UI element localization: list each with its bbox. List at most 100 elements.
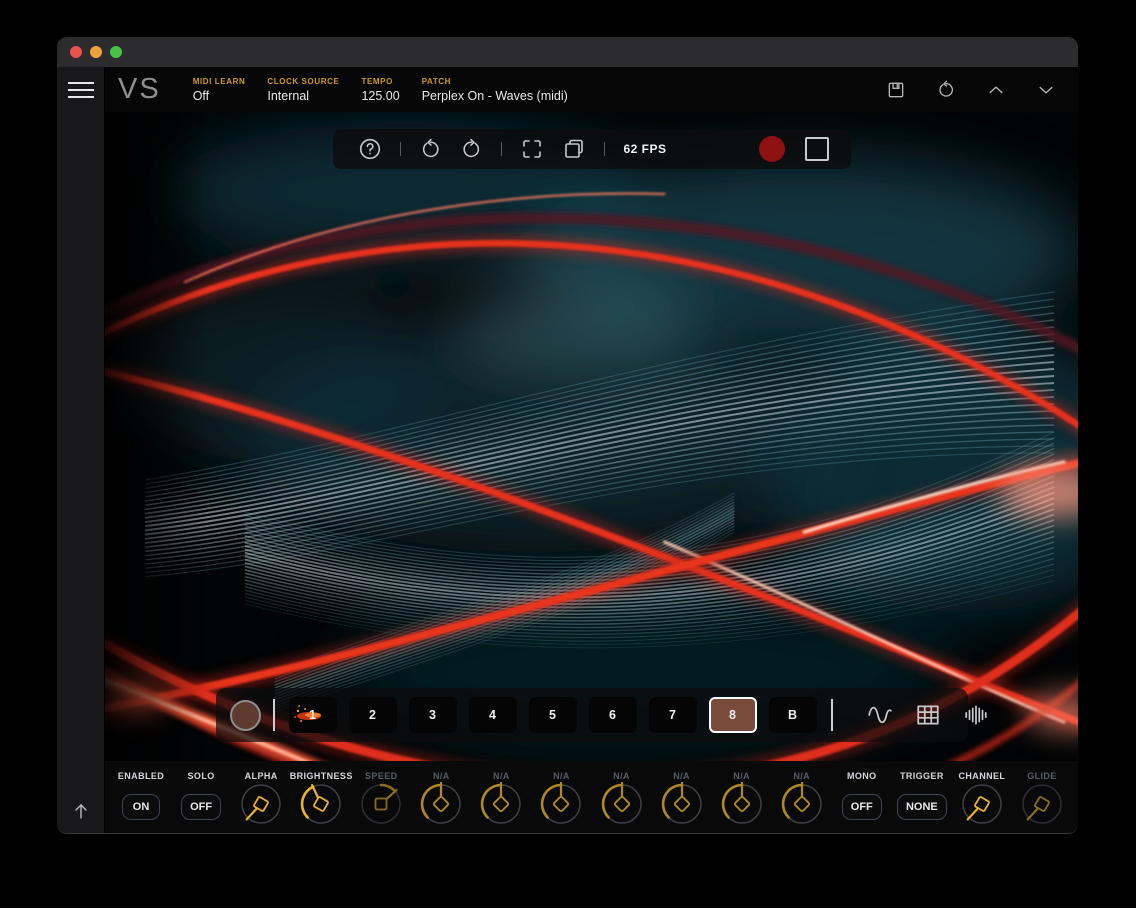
visual-canvas[interactable]: 62 FPS 1 23 4 56 7 8 B bbox=[105, 112, 1078, 761]
minimize-window-button[interactable] bbox=[90, 46, 102, 58]
param-knob[interactable] bbox=[720, 782, 764, 833]
layer-number: B bbox=[788, 708, 797, 722]
layer-number: 7 bbox=[669, 708, 676, 722]
param-label: MONO bbox=[847, 771, 877, 781]
layer-button-8[interactable]: 8 bbox=[709, 697, 757, 733]
layer-button-5[interactable]: 5 bbox=[529, 697, 577, 733]
divider bbox=[273, 699, 275, 731]
copy-icon bbox=[562, 137, 586, 161]
undo-button[interactable] bbox=[936, 80, 956, 100]
param-mono-12: MONO OFF bbox=[832, 771, 892, 833]
field-label: MIDI LEARN bbox=[193, 77, 246, 86]
param-label: BRIGHTNESS bbox=[290, 771, 353, 781]
param-label: N/A bbox=[793, 771, 810, 781]
param-alpha-2: ALPHA bbox=[231, 771, 291, 833]
scroll-top-button[interactable] bbox=[57, 801, 104, 821]
knob-graphic bbox=[359, 782, 403, 828]
param-n-a-6: N/A bbox=[471, 771, 531, 833]
fullscreen-button[interactable] bbox=[520, 137, 544, 161]
left-sidebar bbox=[57, 67, 105, 833]
field-value: 125.00 bbox=[361, 89, 399, 103]
layer-button-7[interactable]: 7 bbox=[649, 697, 697, 733]
redo-button[interactable] bbox=[460, 138, 483, 161]
help-button[interactable] bbox=[358, 137, 382, 161]
save-button[interactable] bbox=[886, 80, 906, 100]
header-field-midi-learn[interactable]: MIDI LEARN Off bbox=[193, 77, 246, 103]
up-arrow-icon bbox=[72, 801, 90, 821]
param-label: N/A bbox=[733, 771, 750, 781]
header-field-patch[interactable]: PATCH Perplex On - Waves (midi) bbox=[422, 77, 568, 103]
layer-button-2[interactable]: 2 bbox=[349, 697, 397, 733]
param-knob[interactable] bbox=[1020, 782, 1064, 833]
param-knob[interactable] bbox=[960, 782, 1004, 833]
param-toggle-button[interactable]: ON bbox=[122, 794, 160, 820]
layer-button-b[interactable]: B bbox=[769, 697, 817, 733]
chevron-up-button[interactable] bbox=[986, 80, 1006, 100]
layer-color-preview[interactable] bbox=[230, 700, 261, 731]
undo-button[interactable] bbox=[419, 138, 442, 161]
zoom-window-button[interactable] bbox=[110, 46, 122, 58]
copy-button[interactable] bbox=[562, 137, 586, 161]
undo-arrow-icon bbox=[419, 138, 442, 161]
param-knob[interactable] bbox=[780, 782, 824, 833]
param-label: SOLO bbox=[188, 771, 215, 781]
field-value: Perplex On - Waves (midi) bbox=[422, 89, 568, 103]
param-toggle-button[interactable]: OFF bbox=[842, 794, 882, 820]
app-header: VS MIDI LEARN Off CLOCK SOURCE Internal TE… bbox=[105, 67, 1078, 112]
vs-app-window: VS MIDI LEARN Off CLOCK SOURCE Internal TE… bbox=[57, 37, 1078, 834]
knob-graphic bbox=[780, 782, 824, 828]
param-glide-15: GLIDE bbox=[1012, 771, 1072, 833]
param-knob[interactable] bbox=[239, 782, 283, 833]
window-titlebar[interactable] bbox=[57, 37, 1078, 67]
param-label: GLIDE bbox=[1027, 771, 1057, 781]
app-logo: VS bbox=[118, 75, 161, 104]
param-knob[interactable] bbox=[600, 782, 644, 833]
param-toggle-button[interactable]: NONE bbox=[897, 794, 947, 820]
layer-number: 8 bbox=[729, 708, 736, 722]
layer-bar: 1 23 4 56 7 8 B bbox=[216, 688, 968, 742]
grid-view-button[interactable] bbox=[911, 698, 945, 732]
layer-button-4[interactable]: 4 bbox=[469, 697, 517, 733]
layer-number: 1 bbox=[309, 708, 316, 722]
param-label: SPEED bbox=[365, 771, 398, 781]
hamburger-icon bbox=[68, 82, 94, 84]
param-label: N/A bbox=[673, 771, 690, 781]
header-field-tempo[interactable]: TEMPO 125.00 bbox=[361, 77, 399, 103]
divider bbox=[604, 142, 605, 156]
layer-button-3[interactable]: 3 bbox=[409, 697, 457, 733]
chevron-up-icon bbox=[986, 79, 1006, 101]
chevron-down-button[interactable] bbox=[1036, 80, 1056, 100]
field-value: Off bbox=[193, 89, 246, 103]
param-knob[interactable] bbox=[660, 782, 704, 833]
save-icon bbox=[886, 80, 906, 100]
menu-button[interactable] bbox=[57, 67, 104, 112]
param-enabled-0: ENABLED ON bbox=[111, 771, 171, 833]
spectrum-view-button[interactable] bbox=[959, 698, 993, 732]
layer-number: 4 bbox=[489, 708, 496, 722]
param-label: CHANNEL bbox=[959, 771, 1006, 781]
header-field-clock-source[interactable]: CLOCK SOURCE Internal bbox=[267, 77, 339, 103]
layer-button-6[interactable]: 6 bbox=[589, 697, 637, 733]
grid-icon bbox=[915, 702, 941, 728]
close-window-button[interactable] bbox=[70, 46, 82, 58]
knob-graphic bbox=[539, 782, 583, 828]
param-knob[interactable] bbox=[479, 782, 523, 833]
knob-graphic bbox=[720, 782, 764, 828]
param-speed-4: SPEED bbox=[351, 771, 411, 833]
knob-graphic bbox=[419, 782, 463, 828]
canvas-toolbar: 62 FPS bbox=[333, 129, 851, 169]
param-label: N/A bbox=[553, 771, 570, 781]
layer-button-1[interactable]: 1 bbox=[289, 697, 337, 733]
fps-counter: 62 FPS bbox=[624, 142, 667, 156]
view-mode-icons bbox=[849, 698, 993, 732]
stop-button[interactable] bbox=[805, 137, 829, 161]
param-n-a-11: N/A bbox=[772, 771, 832, 833]
param-knob[interactable] bbox=[359, 782, 403, 833]
param-knob[interactable] bbox=[539, 782, 583, 833]
header-actions bbox=[886, 80, 1056, 100]
param-toggle-button[interactable]: OFF bbox=[181, 794, 221, 820]
waveform-view-button[interactable] bbox=[863, 698, 897, 732]
record-button[interactable] bbox=[759, 136, 785, 162]
param-knob[interactable] bbox=[299, 782, 343, 833]
param-knob[interactable] bbox=[419, 782, 463, 833]
